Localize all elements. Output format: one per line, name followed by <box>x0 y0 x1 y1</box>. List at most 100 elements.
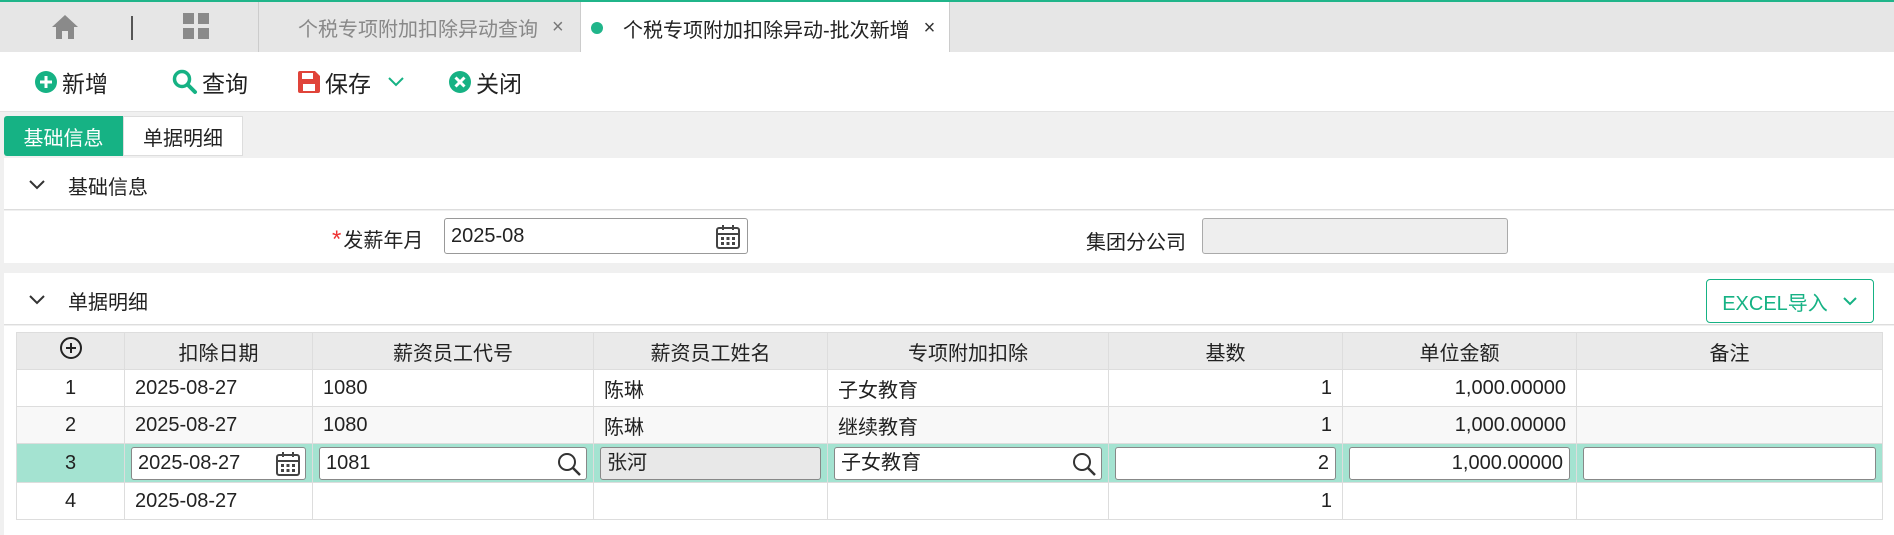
save-button[interactable]: 保存 <box>297 66 409 98</box>
cell-deduction-item[interactable] <box>827 482 1109 520</box>
cell-employee-name[interactable]: 陈琳 <box>593 369 828 407</box>
cell-base[interactable]: 1 <box>1108 482 1343 520</box>
detail-table: 扣除日期 薪资员工代号 薪资员工姓名 专项附加扣除 基数 单位金额 备注 1 2… <box>16 332 1883 520</box>
cell-base[interactable]: 1 <box>1108 406 1343 444</box>
pay-month-input[interactable]: 2025-08 <box>444 218 748 254</box>
cell-deduction-item-editor: 子女教育 <box>827 443 1109 483</box>
sub-tabs: 基础信息 单据明细 <box>0 112 1894 156</box>
unit-amount-input[interactable]: 1,000.00000 <box>1349 446 1570 480</box>
table-row-selected[interactable]: 3 2025-08-27 1081 张河 子女教育 2 1,000.00000 <box>16 443 1883 483</box>
cell-remark[interactable] <box>1576 369 1883 407</box>
cell-date[interactable]: 2025-08-27 <box>124 369 313 407</box>
col-header-base[interactable]: 基数 <box>1108 332 1343 370</box>
cell-remark[interactable] <box>1576 406 1883 444</box>
row-number: 4 <box>16 482 125 520</box>
deduction-item-input[interactable]: 子女教育 <box>834 446 1102 480</box>
cell-unit-amount[interactable]: 1,000.00000 <box>1342 369 1577 407</box>
cell-employee-name[interactable] <box>593 482 828 520</box>
detail-table-wrapper: 扣除日期 薪资员工代号 薪资员工姓名 专项附加扣除 基数 单位金额 备注 1 2… <box>4 326 1894 535</box>
required-mark: * <box>332 226 342 253</box>
employee-name-input[interactable]: 张河 <box>600 446 821 480</box>
table-row[interactable]: 1 2025-08-27 1080 陈琳 子女教育 1 1,000.00000 <box>16 369 1883 407</box>
employee-code-input[interactable]: 1081 <box>319 446 587 480</box>
cell-deduction-item[interactable]: 继续教育 <box>827 406 1109 444</box>
close-circle-icon <box>449 71 471 93</box>
row-number: 1 <box>16 369 125 407</box>
chevron-down-icon[interactable] <box>28 172 46 196</box>
cell-employee-code[interactable]: 1080 <box>312 406 594 444</box>
col-header-employee-code[interactable]: 薪资员工代号 <box>312 332 594 370</box>
calendar-icon[interactable] <box>715 224 741 250</box>
save-disk-icon <box>298 71 320 93</box>
home-icon[interactable] <box>50 12 80 42</box>
col-header-date[interactable]: 扣除日期 <box>124 332 313 370</box>
group-branch-input[interactable] <box>1202 218 1508 254</box>
apps-grid-icon[interactable] <box>182 12 212 42</box>
col-header-employee-name[interactable]: 薪资员工姓名 <box>593 332 828 370</box>
cell-unit-amount-editor: 1,000.00000 <box>1342 443 1577 483</box>
employee-name-value: 张河 <box>607 451 647 474</box>
tab-label: 个税专项附加扣除异动-批次新增 <box>623 19 910 42</box>
pay-month-label: * 发薪年月 <box>332 224 423 254</box>
section-title: 基础信息 <box>68 177 148 199</box>
tab-close-icon[interactable]: × <box>552 16 564 39</box>
save-label: 保存 <box>325 71 371 97</box>
cell-date[interactable]: 2025-08-27 <box>124 482 313 520</box>
date-value: 2025-08-27 <box>138 451 241 474</box>
table-row[interactable]: 2 2025-08-27 1080 陈琳 继续教育 1 1,000.00000 <box>16 406 1883 444</box>
query-button[interactable]: 查询 <box>172 66 248 98</box>
cell-employee-code[interactable]: 1080 <box>312 369 594 407</box>
tab-deduction-change-query[interactable]: 个税专项附加扣除异动查询 × <box>260 2 580 52</box>
add-row-header[interactable] <box>16 332 125 370</box>
active-dot-icon <box>591 22 603 34</box>
tab-divider <box>258 2 259 52</box>
search-icon[interactable] <box>1071 451 1097 477</box>
cell-date-editor: 2025-08-27 <box>124 443 313 483</box>
col-header-unit-amount[interactable]: 单位金额 <box>1342 332 1577 370</box>
cell-unit-amount[interactable]: 1,000.00000 <box>1342 406 1577 444</box>
row-number: 2 <box>16 406 125 444</box>
plus-circle-icon[interactable] <box>59 336 83 360</box>
cell-remark[interactable] <box>1576 482 1883 520</box>
cell-base-editor: 2 <box>1108 443 1343 483</box>
chevron-down-icon[interactable] <box>28 287 46 311</box>
col-header-remark[interactable]: 备注 <box>1576 332 1883 370</box>
basic-info-section-header[interactable]: 基础信息 <box>4 158 1894 210</box>
cell-employee-name[interactable]: 陈琳 <box>593 406 828 444</box>
employee-code-value: 1081 <box>326 451 371 474</box>
close-button[interactable]: 关闭 <box>448 66 522 98</box>
date-input[interactable]: 2025-08-27 <box>131 446 306 480</box>
cell-employee-name-editor: 张河 <box>593 443 828 483</box>
pay-month-value: 2025-08 <box>451 225 525 247</box>
tab-close-icon[interactable]: × <box>924 17 936 40</box>
deduction-item-value: 子女教育 <box>841 451 921 474</box>
plus-circle-icon <box>35 71 57 93</box>
tab-deduction-change-batch-add[interactable]: 个税专项附加扣除异动-批次新增 × <box>580 2 950 54</box>
separator <box>131 16 133 40</box>
cell-unit-amount[interactable] <box>1342 482 1577 520</box>
cell-employee-code[interactable] <box>312 482 594 520</box>
section-title: 单据明细 <box>68 292 148 314</box>
detail-section-header[interactable]: 单据明细 EXCEL导入 <box>4 273 1894 325</box>
pay-month-label-text: 发薪年月 <box>343 230 424 252</box>
subtab-basic-info[interactable]: 基础信息 <box>4 116 123 156</box>
calendar-icon[interactable] <box>275 451 301 477</box>
excel-import-label: EXCEL导入 <box>1722 292 1828 315</box>
subtab-detail[interactable]: 单据明细 <box>123 116 243 156</box>
cell-base[interactable]: 1 <box>1108 369 1343 407</box>
cell-remark-editor <box>1576 443 1883 483</box>
remark-input[interactable] <box>1583 446 1876 480</box>
chevron-down-icon[interactable] <box>387 76 405 88</box>
cell-date[interactable]: 2025-08-27 <box>124 406 313 444</box>
chevron-down-icon <box>1843 297 1857 306</box>
cell-deduction-item[interactable]: 子女教育 <box>827 369 1109 407</box>
col-header-deduction-item[interactable]: 专项附加扣除 <box>827 332 1109 370</box>
search-icon <box>172 69 197 94</box>
search-icon[interactable] <box>556 451 582 477</box>
base-input[interactable]: 2 <box>1115 446 1336 480</box>
cell-employee-code-editor: 1081 <box>312 443 594 483</box>
table-row[interactable]: 4 2025-08-27 1 <box>16 482 1883 520</box>
row-number: 3 <box>16 443 125 483</box>
excel-import-button[interactable]: EXCEL导入 <box>1706 279 1874 323</box>
add-button[interactable]: 新增 <box>34 66 108 98</box>
